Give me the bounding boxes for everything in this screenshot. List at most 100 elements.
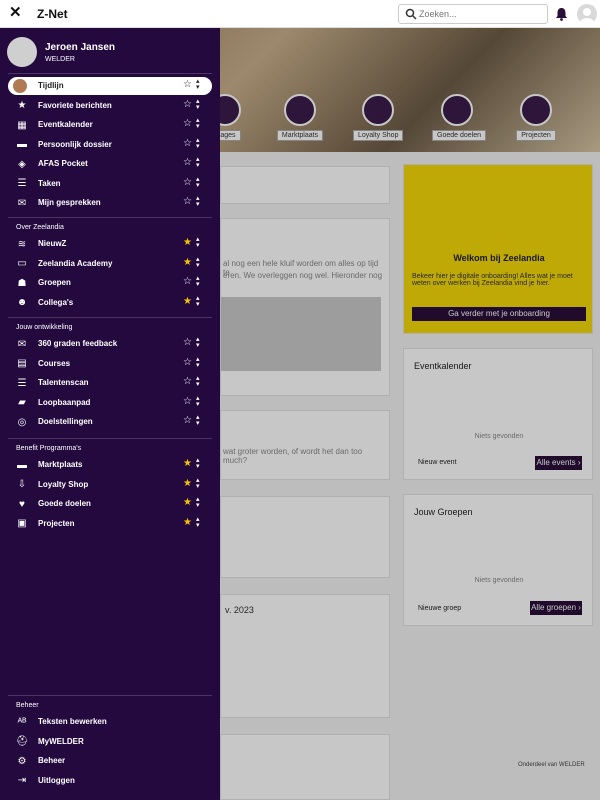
search-box[interactable] [398, 4, 548, 24]
sidebar-item-label: Taken [38, 178, 61, 188]
favorite-star-icon[interactable]: ☆ [183, 79, 192, 90]
sidebar-item-zeelandia-academy[interactable]: ▭ Zeelandia Academy ★ ▴ ▾ [8, 255, 212, 273]
section-title-beheer: Beheer [16, 702, 39, 709]
sidebar-menu: Jeroen Jansen WELDER Beheer Tijdlijn ☆ ▴ ▾ ★… [0, 28, 220, 800]
reorder-handle-icon[interactable]: ▴ ▾ [196, 195, 200, 208]
reorder-handle-icon[interactable]: ▴ ▾ [196, 236, 200, 249]
favorite-star-icon[interactable]: ★ [183, 517, 192, 528]
sidebar-item-afas-pocket[interactable]: ◈ AFAS Pocket ☆ ▴ ▾ [8, 155, 212, 173]
sidebar-item-label: Collega's [38, 297, 74, 307]
user-avatar[interactable] [577, 4, 597, 24]
sidebar-item-doelstellingen[interactable]: ◎ Doelstellingen ☆ ▴ ▾ [8, 413, 212, 431]
favorite-star-icon[interactable]: ☆ [183, 415, 192, 426]
favorite-star-icon[interactable]: ☆ [183, 177, 192, 188]
favorite-star-icon[interactable]: ☆ [183, 396, 192, 407]
marktplaats-icon: ▬ [17, 459, 27, 471]
sidebar-item-label: NieuwZ [38, 239, 67, 248]
favorite-star-icon[interactable]: ☆ [183, 376, 192, 387]
projecten-icon: ▣ [17, 518, 27, 529]
sidebar-item-mijn-gesprekken[interactable]: ✉ Mijn gesprekken ☆ ▴ ▾ [8, 194, 212, 212]
reorder-handle-icon[interactable]: ▴ ▾ [196, 496, 200, 509]
sidebar-item-label: MyWELDER [38, 736, 84, 746]
sidebar-item-label: Courses [38, 358, 71, 368]
sidebar-item-label: Projecten [38, 518, 75, 528]
sidebar-item-uitloggen[interactable]: ⇥ Uitloggen [8, 772, 212, 790]
reorder-handle-icon[interactable]: ▴ ▾ [196, 395, 200, 408]
reorder-handle-icon[interactable]: ▴ ▾ [196, 117, 200, 130]
sidebar-item-label: Loopbaanpad [38, 397, 91, 407]
favorite-star-icon[interactable]: ☆ [183, 99, 192, 110]
section-title-benefit-programma-s: Benefit Programma's [16, 445, 82, 452]
sidebar-item-courses[interactable]: ▤ Courses ☆ ▴ ▾ [8, 355, 212, 373]
sidebar-item-label: Zeelandia Academy [38, 258, 113, 268]
sidebar-item-projecten[interactable]: ▣ Projecten ★ ▴ ▾ [8, 515, 212, 533]
sidebar-item-nieuwz[interactable]: ≋ NieuwZ ★ ▴ ▾ [8, 235, 212, 253]
reorder-handle-icon[interactable]: ▴ ▾ [196, 137, 200, 150]
sidebar-item-eventkalender[interactable]: ▦ Eventkalender ☆ ▴ ▾ [8, 116, 212, 134]
sidebar-item-360-graden-feedback[interactable]: ✉ 360 graden feedback ☆ ▴ ▾ [8, 335, 212, 353]
favorite-star-icon[interactable]: ☆ [183, 157, 192, 168]
top-bar: ✕ Z-Net [0, 0, 600, 28]
profile-name: Jeroen Jansen [45, 42, 116, 53]
afas-pocket-icon: ◈ [18, 158, 26, 170]
divider [8, 317, 212, 318]
profile-header[interactable]: Jeroen Jansen WELDER [7, 37, 213, 73]
reorder-handle-icon[interactable]: ▴ ▾ [196, 375, 200, 388]
sidebar-item-goede-doelen[interactable]: ♥ Goede doelen ★ ▴ ▾ [8, 495, 212, 513]
reorder-handle-icon[interactable]: ▴ ▾ [196, 356, 200, 369]
search-icon [405, 8, 417, 20]
avatar [7, 37, 37, 67]
sidebar-item-label: Groepen [38, 278, 71, 287]
favorite-star-icon[interactable]: ☆ [183, 276, 192, 287]
reorder-handle-icon[interactable]: ▴ ▾ [196, 477, 200, 490]
favorite-star-icon[interactable]: ★ [183, 497, 192, 508]
sidebar-item-tijdlijn[interactable]: Tijdlijn ☆ ▴ ▾ [8, 77, 212, 95]
reorder-handle-icon[interactable]: ▴ ▾ [196, 295, 200, 308]
favorite-star-icon[interactable]: ★ [183, 296, 192, 307]
teksten-bewerken-icon: ᴬᴮ [17, 716, 27, 728]
sidebar-item-mywelder[interactable]: ⛑ MyWELDER [8, 733, 212, 751]
sidebar-item-talentenscan[interactable]: ☰ Talentenscan ☆ ▴ ▾ [8, 374, 212, 392]
reorder-handle-icon[interactable]: ▴ ▾ [196, 275, 200, 288]
bell-icon[interactable] [555, 7, 568, 21]
favorite-star-icon[interactable]: ★ [183, 478, 192, 489]
reorder-handle-icon[interactable]: ▴ ▾ [196, 336, 200, 349]
sidebar-item-teksten-bewerken[interactable]: ᴬᴮ Teksten bewerken [8, 713, 212, 731]
favorite-star-icon[interactable]: ☆ [183, 357, 192, 368]
courses-icon: ▤ [17, 358, 27, 369]
favorite-star-icon[interactable]: ★ [183, 458, 192, 469]
reorder-handle-icon[interactable]: ▴ ▾ [196, 176, 200, 189]
favorite-star-icon[interactable]: ☆ [183, 138, 192, 149]
favorite-star-icon[interactable]: ☆ [183, 118, 192, 129]
sidebar-item-collega-s[interactable]: ☻ Collega's ★ ▴ ▾ [8, 294, 212, 312]
beheer-icon: ⚙ [17, 755, 27, 767]
reorder-handle-icon[interactable]: ▴ ▾ [196, 156, 200, 169]
reorder-handle-icon[interactable]: ▴ ▾ [196, 98, 200, 111]
sidebar-item-favoriete-berichten[interactable]: ★ Favoriete berichten ☆ ▴ ▾ [8, 97, 212, 115]
sidebar-item-label: Goede doelen [38, 499, 91, 508]
close-menu-button[interactable]: ✕ [9, 5, 22, 20]
favorite-star-icon[interactable]: ★ [183, 237, 192, 248]
reorder-handle-icon[interactable]: ▴ ▾ [196, 78, 200, 91]
favorite-star-icon[interactable]: ★ [183, 257, 192, 268]
sidebar-item-beheer[interactable]: ⚙ Beheer [8, 752, 212, 770]
nieuwz-icon: ≋ [17, 238, 27, 250]
sidebar-item-label: Beheer [38, 756, 66, 765]
sidebar-item-loopbaanpad[interactable]: ▰ Loopbaanpad ☆ ▴ ▾ [8, 394, 212, 412]
mywelder-icon: ⛑ [15, 736, 29, 747]
sidebar-item-loyalty-shop[interactable]: ⇩ Loyalty Shop ★ ▴ ▾ [8, 476, 212, 494]
sidebar-item-taken[interactable]: ☰ Taken ☆ ▴ ▾ [8, 175, 212, 193]
divider [8, 695, 212, 696]
favorite-star-icon[interactable]: ☆ [183, 337, 192, 348]
app-title: Z-Net [37, 7, 68, 21]
sidebar-item-label: Talentenscan [38, 378, 89, 387]
reorder-handle-icon[interactable]: ▴ ▾ [196, 516, 200, 529]
search-input[interactable] [419, 7, 543, 21]
reorder-handle-icon[interactable]: ▴ ▾ [196, 256, 200, 269]
sidebar-item-persoonlijk-dossier[interactable]: ▬ Persoonlijk dossier ☆ ▴ ▾ [8, 136, 212, 154]
favorite-star-icon[interactable]: ☆ [183, 196, 192, 207]
sidebar-item-marktplaats[interactable]: ▬ Marktplaats ★ ▴ ▾ [8, 456, 212, 474]
reorder-handle-icon[interactable]: ▴ ▾ [196, 414, 200, 427]
sidebar-item-groepen[interactable]: ☗ Groepen ☆ ▴ ▾ [8, 274, 212, 292]
reorder-handle-icon[interactable]: ▴ ▾ [196, 457, 200, 470]
